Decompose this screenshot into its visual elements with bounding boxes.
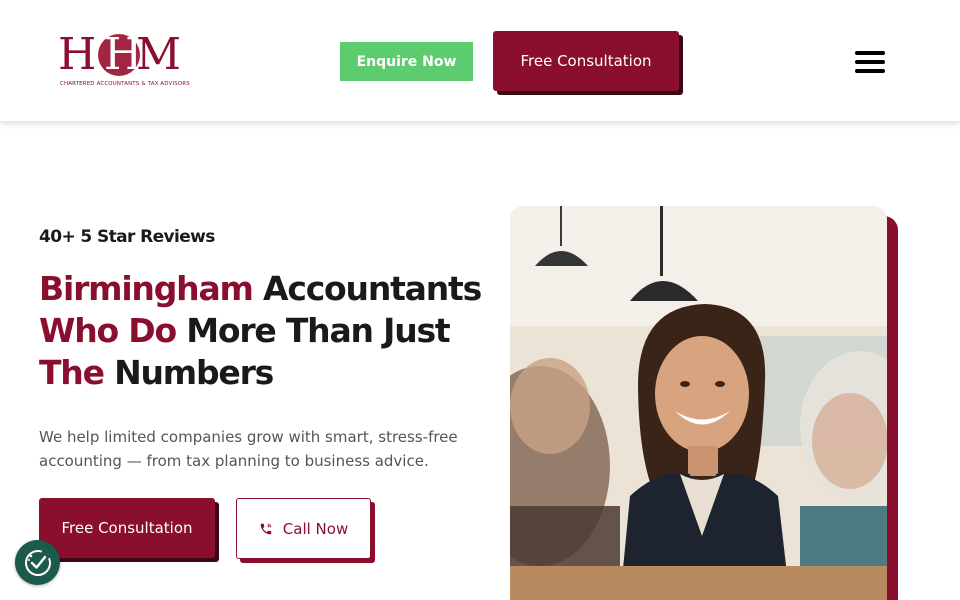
call-now-button[interactable]: Call Now — [236, 498, 371, 559]
headline-rest-2: More Than Just — [175, 311, 451, 350]
call-now-label: Call Now — [282, 519, 349, 538]
hero-subtext: We help limited companies grow with smar… — [39, 428, 458, 470]
hero-headline: Birmingham Accountants Who Do More Than … — [39, 268, 499, 394]
hamburger-menu-icon[interactable] — [855, 51, 885, 73]
headline-rest-1: Accountants — [252, 269, 482, 308]
consent-check-icon — [24, 549, 51, 576]
menu-bar-middle — [855, 60, 885, 64]
logo-letter-m: M — [136, 29, 182, 80]
photo-illustration — [510, 206, 887, 600]
menu-bar-bottom — [855, 69, 885, 73]
site-header: H H M CHARTERED ACCOUNTANTS & TAX ADVISO… — [0, 0, 960, 122]
hero-photo-frame — [510, 206, 898, 600]
hero-free-consultation-button[interactable]: Free Consultation — [39, 498, 215, 558]
enquire-now-button[interactable]: Enquire Now — [340, 42, 473, 81]
accountant-meeting-photo — [510, 206, 887, 600]
headline-rest-3: Numbers — [103, 353, 274, 392]
phone-icon — [260, 523, 272, 534]
hhm-logo[interactable]: H H M CHARTERED ACCOUNTANTS & TAX ADVISO… — [58, 29, 190, 92]
cookie-consent-icon[interactable] — [15, 540, 60, 585]
headline-accent-2: Who Do — [39, 311, 177, 350]
headline-accent-3: The — [39, 353, 105, 392]
logo-letter-h: H — [58, 29, 97, 80]
menu-bar-top — [855, 51, 885, 55]
reviews-badge: 40+ 5 Star Reviews — [39, 227, 215, 247]
headline-accent-1: Birmingham — [39, 269, 254, 308]
logo-tagline: CHARTERED ACCOUNTANTS & TAX ADVISORS — [60, 81, 190, 87]
header-free-consultation-button[interactable]: Free Consultation — [493, 31, 679, 91]
